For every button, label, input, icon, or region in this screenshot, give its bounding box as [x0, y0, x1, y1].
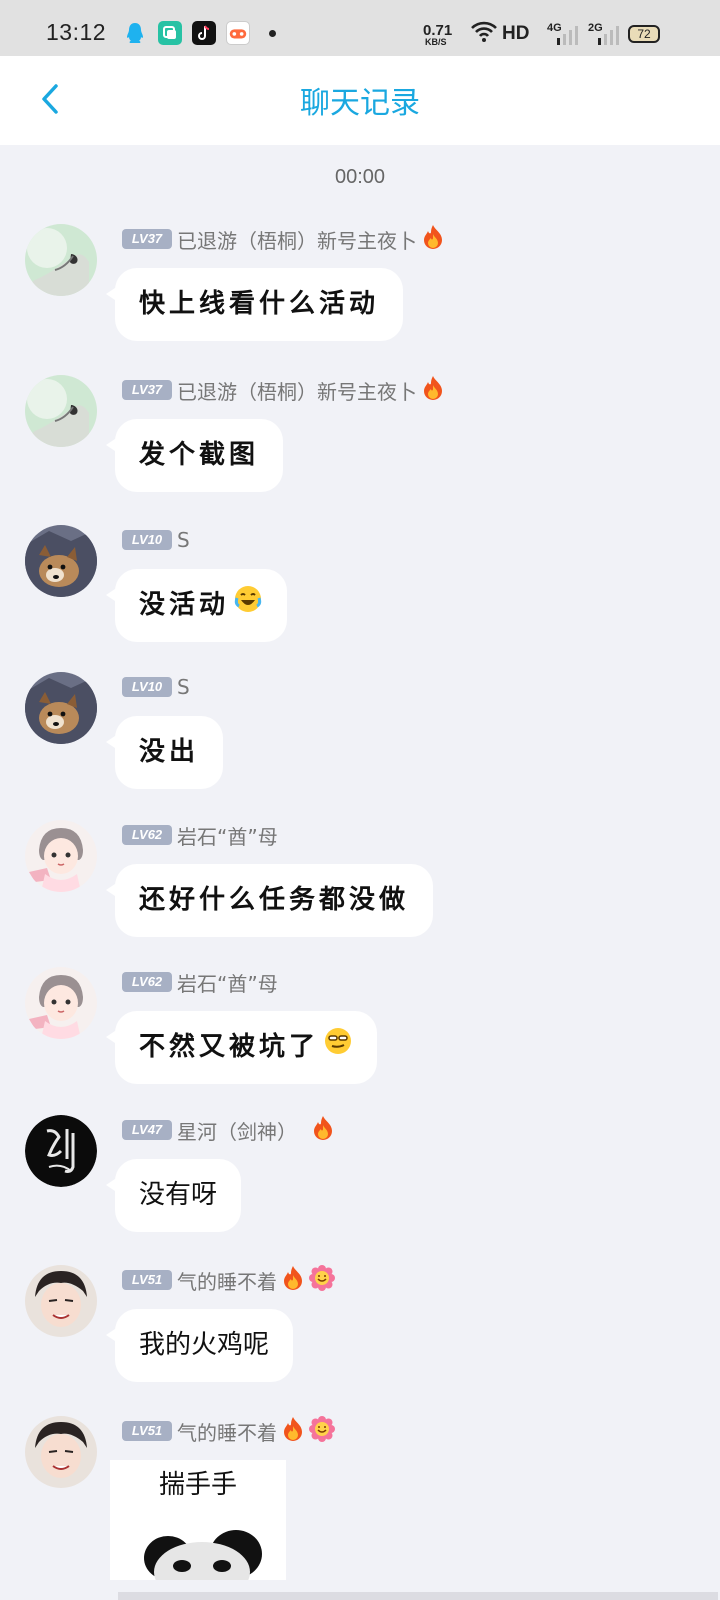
level-badge: LV10: [122, 677, 172, 697]
fire-icon: [421, 375, 445, 405]
tiktok-app-icon: [192, 21, 216, 45]
net-unit: KB/S: [425, 37, 447, 47]
avatar[interactable]: [25, 1265, 97, 1337]
message-bubble[interactable]: 没活动: [115, 569, 288, 643]
page-title: 聊天记录: [300, 86, 420, 121]
status-bar: 13:12 0.71 KB/S HD 4G 2G 72: [0, 0, 720, 56]
sender-name[interactable]: S: [177, 528, 190, 552]
avatar[interactable]: [25, 224, 97, 296]
message-bubble[interactable]: 还好什么任务都没做: [115, 864, 434, 937]
game-app-icon: [226, 21, 250, 45]
wifi-icon: [470, 21, 498, 48]
input-area-edge: [118, 1592, 718, 1600]
level-badge: LV37: [122, 229, 172, 249]
avatar[interactable]: [25, 967, 97, 1039]
status-time: 13:12: [46, 19, 107, 45]
level-badge: LV62: [122, 972, 172, 992]
sender-name[interactable]: 岩石“酋”母: [177, 968, 278, 997]
avatar[interactable]: [25, 672, 97, 744]
sender-line: LV62 岩石“酋”母: [122, 968, 278, 997]
avatar[interactable]: [25, 1115, 97, 1187]
sender-line: LV10 S: [122, 674, 190, 700]
sender-line: LV10 S: [122, 527, 190, 553]
level-badge: LV51: [122, 1270, 172, 1290]
fire-icon: [311, 1115, 335, 1145]
level-badge: LV62: [122, 825, 172, 845]
battery-level: 72: [637, 27, 651, 41]
sender-name[interactable]: 已退游（梧桐）新号主夜卜: [177, 225, 417, 254]
signal-bars-2-icon: [597, 24, 619, 51]
laugh-cry-emoji-icon: [233, 570, 263, 643]
message-bubble[interactable]: 快上线看什么活动: [115, 268, 404, 341]
message-text: 没活动: [139, 590, 230, 620]
message-bubble[interactable]: 不然又被坑了: [115, 1011, 378, 1085]
sender-name[interactable]: 气的睡不着: [177, 1417, 277, 1446]
smirk-emoji-icon: [323, 1012, 353, 1085]
hd-label: HD: [502, 23, 530, 44]
message-bubble[interactable]: 我的火鸡呢: [115, 1309, 294, 1382]
sender-line: LV37 已退游（梧桐）新号主夜卜: [122, 375, 445, 405]
panda-face-icon: [144, 1530, 262, 1580]
avatar[interactable]: [25, 1416, 97, 1488]
sender-name[interactable]: 岩石“酋”母: [177, 821, 278, 850]
flower-face-icon: [309, 1416, 335, 1446]
sender-line: LV47 星河（剑神）: [122, 1115, 335, 1145]
notification-dot-icon: [269, 30, 276, 37]
sender-line: LV62 岩石“酋”母: [122, 821, 278, 850]
header-bar: 聊天记录: [0, 56, 720, 145]
level-badge: LV47: [122, 1120, 172, 1140]
fire-icon: [421, 224, 445, 254]
avatar[interactable]: [25, 820, 97, 892]
sender-name[interactable]: 星河（剑神）: [177, 1116, 297, 1145]
message-bubble[interactable]: 没有呀: [115, 1159, 242, 1232]
message-text: 不然又被坑了: [139, 1032, 320, 1062]
avatar[interactable]: [25, 525, 97, 597]
avatar[interactable]: [25, 375, 97, 447]
fire-icon: [281, 1265, 305, 1295]
fire-icon: [281, 1416, 305, 1446]
battery-icon: 72: [628, 25, 660, 43]
sticker-image[interactable]: 揣手手: [110, 1460, 286, 1580]
sender-line: LV51 气的睡不着: [122, 1416, 335, 1446]
level-badge: LV37: [122, 380, 172, 400]
sender-line: LV51 气的睡不着: [122, 1265, 335, 1295]
app-icon-green: [158, 21, 182, 45]
message-bubble[interactable]: 没出: [115, 716, 224, 789]
sender-line: LV37 已退游（梧桐）新号主夜卜: [122, 224, 445, 254]
sender-name[interactable]: 已退游（梧桐）新号主夜卜: [177, 376, 417, 405]
qq-app-icon: [123, 21, 147, 45]
message-bubble[interactable]: 发个截图: [115, 419, 284, 492]
chat-timestamp: 00:00: [334, 166, 386, 188]
flower-face-icon: [309, 1265, 335, 1295]
sender-name[interactable]: S: [177, 675, 190, 699]
level-badge: LV10: [122, 530, 172, 550]
sender-name[interactable]: 气的睡不着: [177, 1266, 277, 1295]
signal-bars-icon: [556, 24, 578, 51]
level-badge: LV51: [122, 1421, 172, 1441]
